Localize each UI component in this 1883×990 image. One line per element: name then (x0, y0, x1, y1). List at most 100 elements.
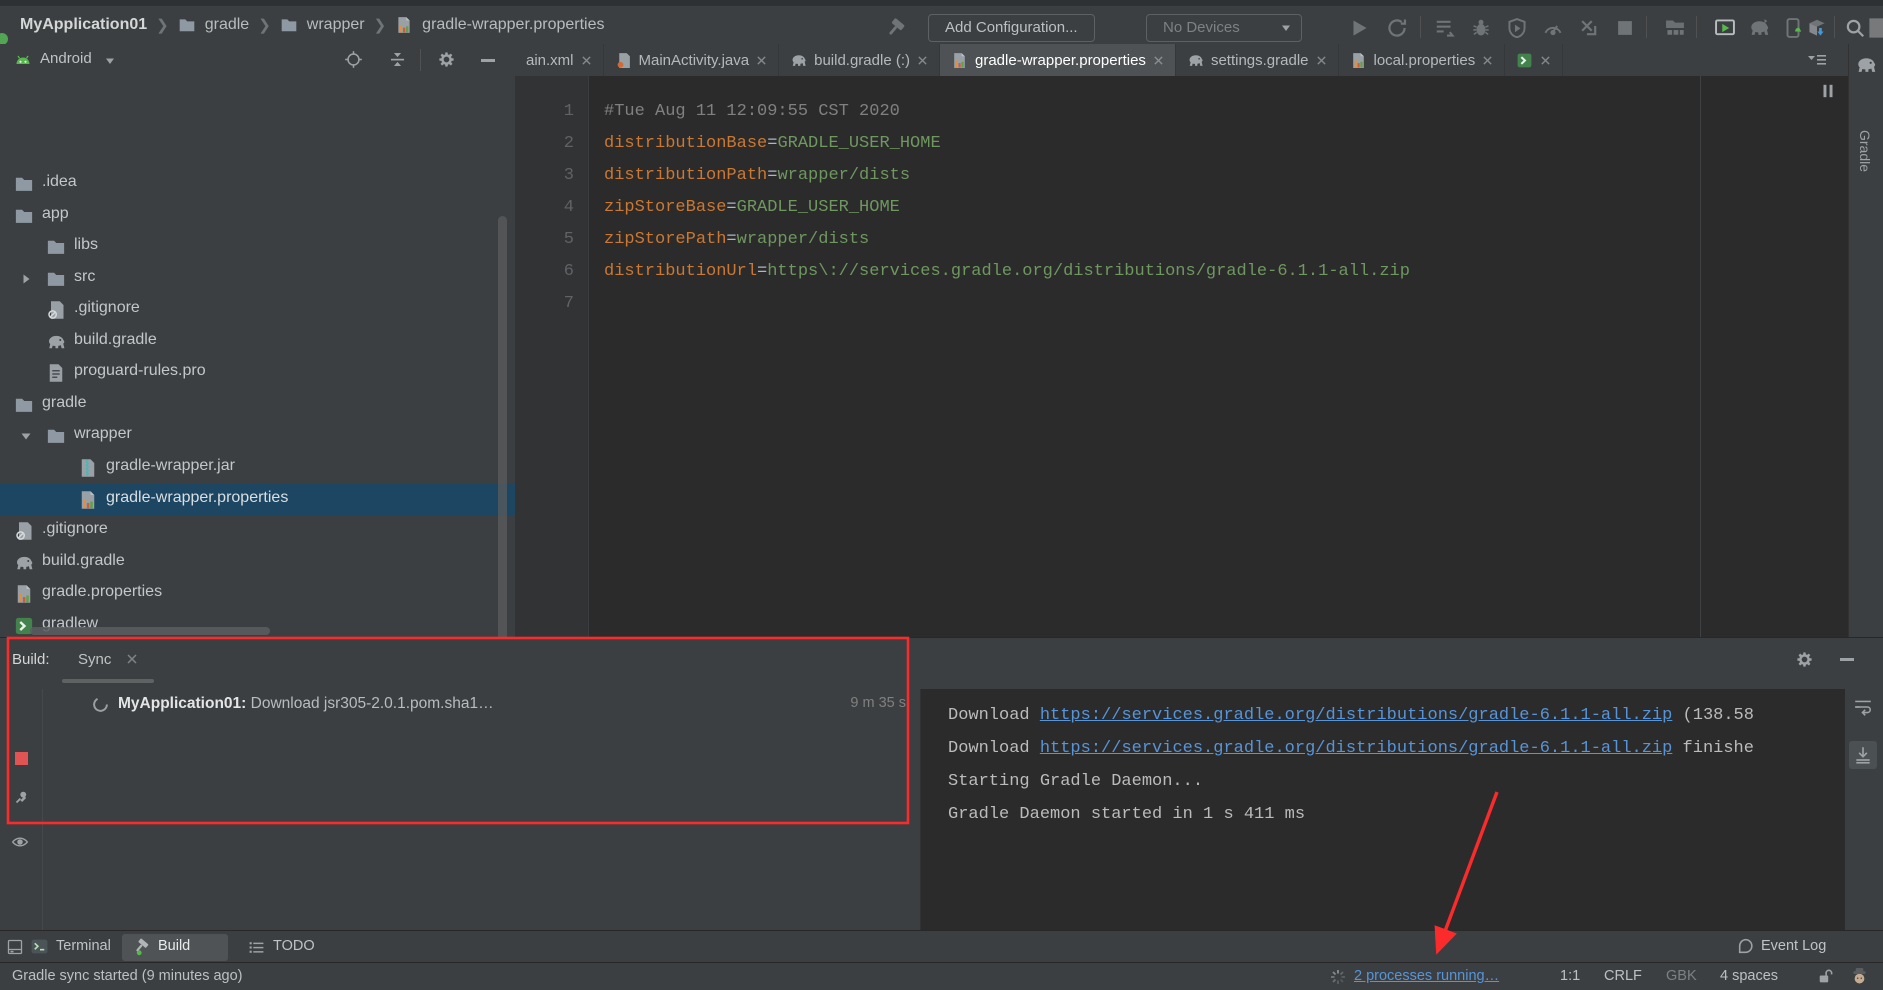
minimize-icon[interactable] (1840, 658, 1854, 661)
close-icon[interactable] (1316, 55, 1327, 66)
indent-widget[interactable]: 4 spaces (1720, 968, 1778, 984)
event-log-button[interactable]: Event Log (1761, 938, 1826, 954)
sdk-icon[interactable] (1806, 17, 1828, 39)
tree-item-gradle-properties[interactable]: gradle.properties (0, 578, 515, 610)
structure-icon[interactable] (1664, 17, 1686, 39)
gradle-elephant-icon[interactable] (1855, 54, 1877, 76)
editor-tab-active[interactable]: gradle-wrapper.properties (940, 44, 1176, 76)
project-vertical-scrollbar[interactable] (498, 216, 507, 637)
code-editor[interactable]: 1 2 3 4 5 6 7 #Tue Aug 11 12:09:55 CST 2020 dis… (515, 76, 1848, 637)
add-configuration-button[interactable]: Add Configuration... (928, 14, 1095, 42)
breadcrumb-item[interactable]: wrapper (307, 16, 365, 34)
stop-icon[interactable] (1614, 17, 1636, 39)
tree-item-gradle[interactable]: gradle (0, 389, 515, 421)
ide-mascot-icon[interactable] (1850, 967, 1869, 986)
code-token-val: GRADLE_USER_HOME (736, 198, 900, 217)
close-icon[interactable] (126, 653, 138, 665)
caret-position-widget[interactable]: 1:1 (1560, 968, 1580, 984)
collapse-arrow-icon[interactable] (20, 430, 32, 442)
tree-item-libs[interactable]: libs (0, 231, 515, 263)
editor-tab[interactable]: local.properties (1339, 44, 1506, 76)
tree-item-gradle-wrapper-jar[interactable]: gradle-wrapper.jar (0, 452, 515, 484)
tree-item-label: gradle-wrapper.properties (106, 488, 289, 506)
close-icon[interactable] (756, 55, 767, 66)
device-icon[interactable] (1782, 17, 1804, 39)
gradle-icon (790, 52, 807, 69)
gear-icon[interactable] (1795, 650, 1814, 669)
sync-elephant-icon[interactable] (1748, 17, 1770, 39)
processes-running-link[interactable]: 2 processes running… (1354, 968, 1499, 984)
code-token-eq: = (757, 262, 768, 281)
tree-item-app[interactable]: app (0, 200, 515, 232)
editor-tab[interactable]: MainActivity.java (604, 44, 780, 76)
tree-item-proguard-rules-pro[interactable]: proguard-rules.pro (0, 357, 515, 389)
line-ending-widget[interactable]: CRLF (1604, 968, 1642, 984)
hammer-icon[interactable] (884, 17, 906, 39)
tree-item-build-gradle[interactable]: build.gradle (0, 326, 515, 358)
console-link[interactable]: https://services.gradle.org/distribution… (1040, 739, 1673, 758)
close-icon[interactable] (581, 55, 592, 66)
editor-tab[interactable]: settings.gradle (1176, 44, 1339, 76)
build-console[interactable]: Download https://services.gradle.org/dis… (920, 689, 1846, 931)
code-line: #Tue Aug 11 12:09:55 CST 2020 (604, 96, 900, 128)
close-icon[interactable] (1482, 55, 1493, 66)
stop-build-button[interactable] (15, 752, 28, 765)
build-task-row[interactable]: MyApplication01: Download jsr305-2.0.1.p… (42, 689, 920, 721)
project-tree-panel: .idea app libs src .gitignore build.gradle pro… (0, 76, 516, 637)
console-line: Gradle Daemon started in 1 s 411 ms (948, 798, 1305, 831)
eye-filter-icon[interactable] (11, 833, 29, 851)
tab-build-active[interactable]: Build (122, 934, 228, 961)
tree-item--gitignore[interactable]: .gitignore (0, 515, 515, 547)
breadcrumb-item[interactable]: gradle (205, 16, 249, 34)
tool-stripe-toggle-icon[interactable] (7, 939, 23, 955)
expand-arrow-icon[interactable] (20, 273, 32, 285)
encoding-widget[interactable]: GBK (1666, 968, 1697, 984)
status-message[interactable]: Gradle sync started (9 minutes ago) (12, 968, 243, 984)
project-view-selector[interactable]: Android (40, 50, 92, 67)
tree-item-build-gradle[interactable]: build.gradle (0, 547, 515, 579)
unlock-icon[interactable] (1816, 968, 1833, 985)
tree-item-src[interactable]: src (0, 263, 515, 295)
shield-play-icon[interactable] (1506, 17, 1528, 39)
square-icon[interactable] (1868, 17, 1883, 39)
list-restart-icon[interactable] (1434, 17, 1456, 39)
gradle-stripe-button[interactable]: Gradle (1857, 130, 1873, 172)
tree-item-gradle-wrapper-properties[interactable]: gradle-wrapper.properties (0, 483, 515, 516)
editor-tab[interactable]: build.gradle (:) (779, 44, 940, 76)
editor-tab[interactable]: ain.xml (515, 44, 604, 76)
scroll-to-end-icon[interactable] (1853, 745, 1873, 765)
hidden-tabs-icon[interactable] (1806, 51, 1828, 69)
pin-icon[interactable] (12, 789, 30, 807)
search-icon[interactable] (1844, 17, 1866, 39)
spinner-icon (92, 696, 109, 713)
play-icon[interactable] (1348, 17, 1370, 39)
gauge-icon[interactable] (1542, 17, 1564, 39)
avd-icon[interactable] (1714, 17, 1736, 39)
tree-item--gitignore[interactable]: .gitignore (0, 294, 515, 326)
breadcrumb-item[interactable]: gradle-wrapper.properties (422, 16, 604, 34)
locate-file-icon[interactable] (344, 50, 363, 69)
gear-icon[interactable] (437, 50, 456, 69)
editor-tab[interactable] (1505, 44, 1564, 76)
device-selector-dropdown[interactable]: No Devices (1146, 14, 1302, 42)
tree-item-wrapper[interactable]: wrapper (0, 420, 515, 452)
close-icon[interactable] (917, 55, 928, 66)
project-horizontal-scrollbar[interactable] (30, 627, 270, 635)
collapse-all-icon[interactable] (388, 50, 407, 69)
close-icon[interactable] (1153, 55, 1164, 66)
chevron-down-icon (1280, 22, 1292, 34)
tree-item-label: proguard-rules.pro (74, 362, 206, 380)
rerun-icon[interactable] (1386, 17, 1408, 39)
build-sync-tab[interactable]: Sync (78, 651, 111, 668)
soft-wrap-icon[interactable] (1853, 697, 1873, 717)
console-link[interactable]: https://services.gradle.org/distribution… (1040, 706, 1673, 725)
hide-panel-icon[interactable] (481, 59, 495, 62)
close-icon[interactable] (1540, 55, 1551, 66)
tab-terminal[interactable]: Terminal (56, 938, 111, 954)
tree-item--idea[interactable]: .idea (0, 168, 515, 200)
analysis-pause-icon[interactable] (1819, 82, 1837, 100)
stop-restart-icon[interactable] (1578, 17, 1600, 39)
breadcrumb-item[interactable]: MyApplication01 (20, 16, 147, 34)
bug-icon[interactable] (1470, 17, 1492, 39)
tab-todo[interactable]: TODO (273, 938, 315, 954)
